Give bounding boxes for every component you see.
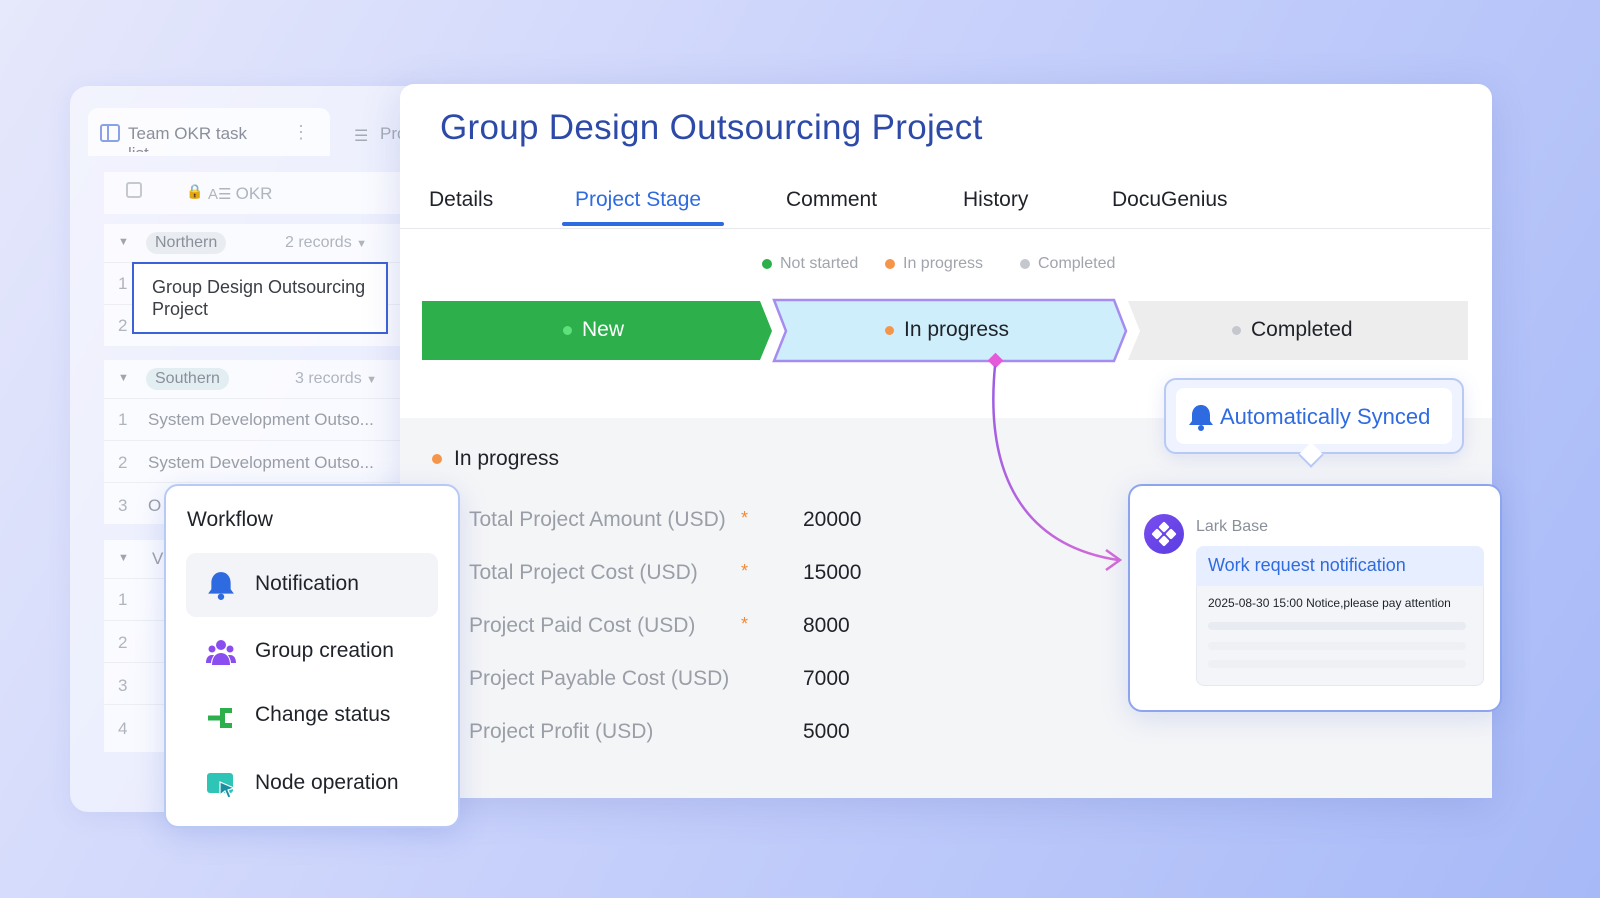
row-number: 2 bbox=[118, 633, 128, 652]
legend-in-progress: In progress bbox=[885, 255, 983, 273]
row-number: 2 bbox=[118, 453, 128, 472]
row-text: O bbox=[148, 496, 162, 515]
tab-history[interactable]: History bbox=[963, 188, 1028, 212]
legend-label: Not started bbox=[780, 255, 859, 272]
field-label: Total Project Cost (USD) bbox=[469, 561, 698, 584]
gantt-icon: ☰ bbox=[354, 128, 369, 145]
connector-diamond bbox=[987, 352, 1004, 369]
row-text: System Development Outso... bbox=[148, 410, 374, 429]
legend-label: In progress bbox=[903, 255, 984, 272]
workflow-item-notification[interactable]: Notification bbox=[255, 572, 359, 596]
caret-down-icon: ▼ bbox=[366, 374, 378, 386]
group-icon bbox=[206, 640, 236, 665]
field-label: Project Profit (USD) bbox=[469, 720, 654, 743]
legend-dot bbox=[762, 259, 772, 269]
change-status-icon bbox=[208, 708, 232, 728]
lark-base-logo-icon bbox=[1144, 514, 1184, 554]
current-stage-heading: In progress bbox=[432, 447, 559, 471]
group-pill-southern: Southern bbox=[146, 368, 229, 390]
legend-completed: Completed bbox=[1020, 255, 1115, 273]
stage-new[interactable]: New bbox=[563, 318, 624, 342]
select-all-checkbox[interactable] bbox=[126, 182, 142, 198]
workflow-item-change-status[interactable]: Change status bbox=[255, 703, 390, 727]
notification-message: 2025-08-30 15:00 Notice,please pay atten… bbox=[1208, 596, 1451, 610]
stage-label: Completed bbox=[1251, 318, 1353, 341]
workflow-title: Workflow bbox=[187, 508, 273, 531]
field-label: Total Project Amount (USD) bbox=[469, 508, 726, 531]
group-record-count-text: 2 records bbox=[285, 234, 352, 251]
field-value[interactable]: 7000 bbox=[803, 667, 850, 691]
legend-not-started: Not started bbox=[762, 255, 858, 273]
active-tab-indicator bbox=[562, 222, 724, 226]
group-record-count-text: 3 records bbox=[295, 370, 362, 387]
legend-label: Completed bbox=[1038, 255, 1116, 272]
field-value[interactable]: 15000 bbox=[803, 561, 861, 585]
legend-dot bbox=[1020, 259, 1030, 269]
sync-connector-arrow bbox=[987, 352, 1123, 572]
workflow-item-group-creation[interactable]: Group creation bbox=[255, 639, 394, 663]
tab-docugenius[interactable]: DocuGenius bbox=[1112, 188, 1228, 212]
field-value[interactable]: 20000 bbox=[803, 508, 861, 532]
required-star-icon: * bbox=[741, 508, 749, 528]
group-pill-northern: Northern bbox=[146, 232, 227, 254]
placeholder-line bbox=[1208, 622, 1466, 630]
stage-completed[interactable]: Completed bbox=[1232, 318, 1353, 342]
row-number: 3 bbox=[118, 676, 128, 695]
selected-cell[interactable]: Group Design Outsourcing Project bbox=[132, 262, 388, 334]
required-star-icon: * bbox=[741, 561, 749, 581]
row-number: 1 bbox=[118, 590, 128, 609]
bell-icon bbox=[1189, 405, 1213, 431]
group-record-count: 3 records ▼ bbox=[295, 370, 377, 388]
current-stage-label: In progress bbox=[454, 447, 560, 470]
legend-dot bbox=[885, 259, 895, 269]
field-value[interactable]: 8000 bbox=[803, 614, 850, 638]
placeholder-line bbox=[1208, 642, 1466, 650]
lock-icon: 🔒 bbox=[186, 183, 204, 199]
okr-column-label: OKR bbox=[235, 184, 273, 203]
lark-base-glyph bbox=[1151, 521, 1177, 547]
table-tab-title: Team OKR task list bbox=[128, 124, 248, 152]
group-record-count: 2 records ▼ bbox=[285, 234, 367, 252]
notification-title[interactable]: Work request notification bbox=[1208, 555, 1406, 576]
tab-project-stage[interactable]: Project Stage bbox=[575, 188, 701, 212]
caret-down-icon[interactable]: ▼ bbox=[118, 236, 129, 248]
page-title: Group Design Outsourcing Project bbox=[440, 108, 983, 147]
row-text: System Development Outso... bbox=[148, 453, 374, 472]
okr-column-header[interactable]: A☰ OKR bbox=[208, 184, 272, 204]
text-field-icon: A☰ bbox=[208, 186, 236, 203]
row-number: 2 bbox=[118, 316, 128, 335]
stage-in-progress[interactable]: In progress bbox=[885, 318, 1009, 342]
auto-synced-label: Automatically Synced bbox=[1220, 404, 1431, 429]
stage-dot bbox=[563, 325, 572, 335]
tab-details[interactable]: Details bbox=[429, 188, 493, 212]
required-star-icon: * bbox=[741, 614, 749, 634]
row-number: 4 bbox=[118, 719, 128, 738]
field-label: Project Paid Cost (USD) bbox=[469, 614, 696, 637]
row-number: 1 bbox=[118, 274, 128, 293]
tab-comment[interactable]: Comment bbox=[786, 188, 877, 212]
caret-down-icon[interactable]: ▼ bbox=[118, 552, 129, 564]
row-number: 3 bbox=[118, 496, 128, 515]
stage-label: New bbox=[582, 318, 625, 341]
tabs-divider bbox=[400, 228, 1490, 229]
workflow-item-node-operation[interactable]: Node operation bbox=[255, 771, 399, 795]
caret-down-icon[interactable]: ▼ bbox=[118, 372, 129, 384]
stage-dot bbox=[432, 454, 442, 464]
placeholder-line bbox=[1208, 660, 1466, 668]
field-value[interactable]: 5000 bbox=[803, 720, 850, 744]
stage-dot bbox=[1232, 325, 1241, 335]
stage-dot bbox=[885, 325, 894, 335]
group-initial: V bbox=[152, 549, 164, 568]
node-operation-icon bbox=[207, 773, 236, 799]
stage-label: In progress bbox=[904, 318, 1010, 341]
notification-app-name: Lark Base bbox=[1196, 518, 1269, 535]
field-label: Project Payable Cost (USD) bbox=[469, 667, 730, 690]
bell-icon bbox=[208, 572, 234, 600]
more-icon[interactable]: ⋮ bbox=[292, 122, 310, 143]
table-icon bbox=[100, 124, 120, 142]
connector-path bbox=[992, 365, 1119, 562]
caret-down-icon: ▼ bbox=[356, 238, 368, 250]
row-number: 1 bbox=[118, 410, 128, 429]
